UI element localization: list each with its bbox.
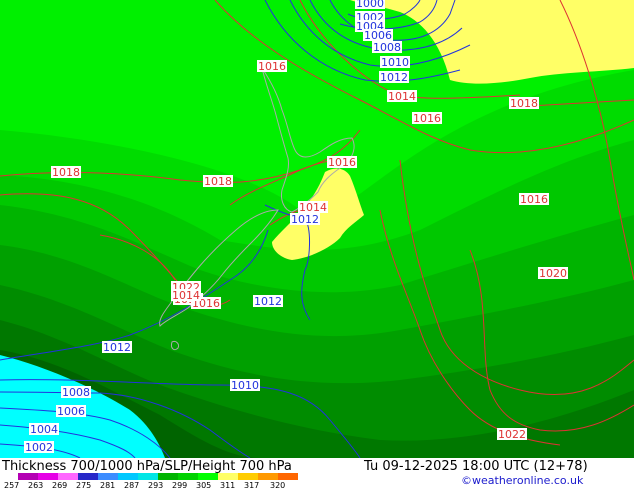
colorbar-tick-label: 317 (244, 481, 260, 490)
red-isobar-label: 1014 (171, 289, 201, 302)
red-isobar-label: 1016 (519, 193, 549, 206)
colorbar-tick-label: 320 (270, 481, 286, 490)
colorbar-swatch (118, 473, 138, 480)
valid-datetime: Tu 09-12-2025 18:00 UTC (12+78) (364, 459, 588, 474)
red-isobar-label-text: 1016 (413, 112, 441, 125)
colorbar-tick-label: 257 (4, 481, 20, 490)
colorbar-tick-label: 293 (148, 481, 164, 490)
map-title: Thickness 700/1000 hPa/SLP/Height 700 hP… (2, 459, 292, 474)
red-isobar-label: 1020 (538, 267, 568, 280)
red-isobar-label-text: 1014 (172, 289, 200, 302)
red-isobar-label: 1022 (497, 428, 527, 441)
colorbar-swatch (278, 473, 298, 480)
colorbar-swatch (258, 473, 278, 480)
map-canvas: 1016 1014 1018 1016 1018 1018 1016 1014 1016 1020… (0, 0, 634, 458)
blue-isobar-label-text: 1012 (291, 213, 319, 226)
colorbar-tick-label: 287 (124, 481, 140, 490)
blue-isobar-label: 1012 (253, 295, 283, 308)
blue-isobar-label: 1008 (372, 41, 402, 54)
red-isobar-label: 1016 (257, 60, 287, 73)
colorbar-swatch (198, 473, 218, 480)
thickness-colorbar (18, 473, 298, 480)
colorbar-tick-label: 263 (28, 481, 44, 490)
blue-isobar-label: 1010 (230, 379, 260, 392)
blue-isobar-label: 1002 (24, 441, 54, 454)
colorbar-swatch (78, 473, 98, 480)
colorbar-swatch (138, 473, 158, 480)
red-isobar-label-text: 1022 (498, 428, 526, 441)
red-isobar-label-text: 1016 (328, 156, 356, 169)
colorbar-ticks: 257 263 269 275 281 287 293 299 305 311 317 320 (4, 481, 324, 490)
colorbar-tick-label: 269 (52, 481, 68, 490)
red-isobar-label-text: 1016 (520, 193, 548, 206)
blue-isobar-label: 1010 (380, 56, 410, 69)
blue-isobar-label-text: 1000 (356, 0, 384, 10)
colorbar-swatch (58, 473, 78, 480)
colorbar-swatch (158, 473, 178, 480)
colorbar-swatch (238, 473, 258, 480)
blue-isobar-label-text: 1008 (373, 41, 401, 54)
blue-isobar-label: 1000 (355, 0, 385, 10)
colorbar-swatch (38, 473, 58, 480)
blue-isobar-label-text: 1012 (254, 295, 282, 308)
weather-map: 1016 1014 1018 1016 1018 1018 1016 1014 1016 1020… (0, 0, 634, 458)
colorbar-swatch (218, 473, 238, 480)
blue-isobar-label: 1012 (290, 213, 320, 226)
colorbar-tick-label: 305 (196, 481, 212, 490)
colorbar-swatch (98, 473, 118, 480)
red-isobar-label: 1018 (51, 166, 81, 179)
blue-isobar-label-text: 1002 (25, 441, 53, 454)
red-isobar-label-text: 1016 (258, 60, 286, 73)
blue-isobar-label-text: 1010 (231, 379, 259, 392)
colorbar-tick-label: 281 (100, 481, 116, 490)
red-isobar-label: 1016 (327, 156, 357, 169)
blue-isobar-label: 1006 (56, 405, 86, 418)
blue-isobar-label-text: 1004 (30, 423, 58, 436)
red-isobar-label-text: 1018 (510, 97, 538, 110)
map-footer: Thickness 700/1000 hPa/SLP/Height 700 hP… (0, 458, 634, 490)
colorbar-swatch (18, 473, 38, 480)
blue-isobar-label-text: 1012 (103, 341, 131, 354)
colorbar-tick-label: 275 (76, 481, 92, 490)
red-isobar-label-text: 1018 (204, 175, 232, 188)
red-isobar-label: 1016 (412, 112, 442, 125)
colorbar-tick-label: 299 (172, 481, 188, 490)
credit-link[interactable]: ©weatheronline.co.uk (461, 474, 583, 487)
blue-isobar-label-text: 1008 (62, 386, 90, 399)
blue-isobar-label-text: 1010 (381, 56, 409, 69)
red-isobar-label: 1014 (387, 90, 417, 103)
red-isobar-label: 1018 (509, 97, 539, 110)
blue-isobar-label-text: 1012 (380, 71, 408, 84)
blue-isobar-label: 1012 (102, 341, 132, 354)
blue-isobar-label: 1012 (379, 71, 409, 84)
blue-isobar-label-text: 1006 (57, 405, 85, 418)
red-isobar-label: 1018 (203, 175, 233, 188)
blue-isobar-label: 1004 (29, 423, 59, 436)
red-isobar-label-text: 1014 (388, 90, 416, 103)
colorbar-swatch (178, 473, 198, 480)
red-isobar-label-text: 1018 (52, 166, 80, 179)
colorbar-tick-label: 311 (220, 481, 236, 490)
red-isobar-label-text: 1020 (539, 267, 567, 280)
blue-isobar-label: 1008 (61, 386, 91, 399)
